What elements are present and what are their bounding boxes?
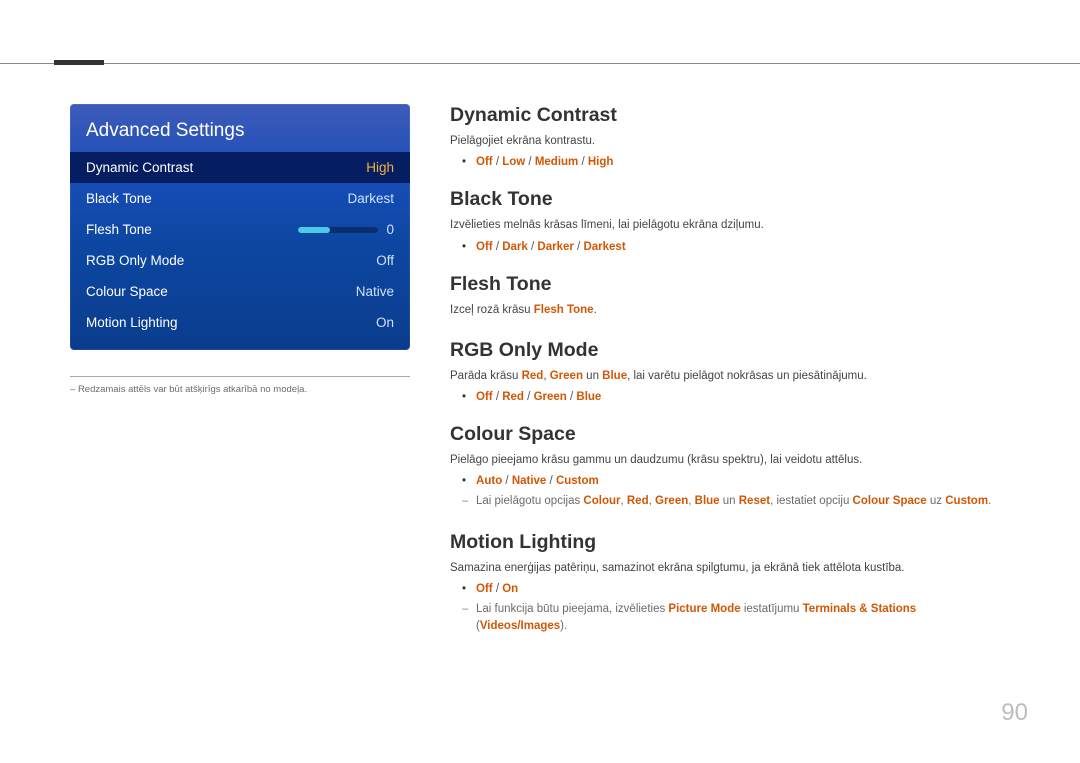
osd-row-flesh-tone[interactable]: Flesh Tone 0 — [70, 214, 410, 245]
osd-row-label: Black Tone — [86, 191, 152, 206]
osd-row-value: 0 — [386, 222, 394, 237]
osd-row-label: RGB Only Mode — [86, 253, 184, 268]
options-line: Off / Low / Medium / High — [450, 156, 1010, 168]
options-line: Off / On — [450, 583, 1010, 595]
left-footnote-rule — [70, 376, 410, 377]
osd-row-label: Dynamic Contrast — [86, 160, 193, 175]
section-desc: Samazina enerģijas patēriņu, samazinot e… — [450, 560, 1010, 577]
osd-row-colour-space[interactable]: Colour Space Native — [70, 276, 410, 307]
page-number: 90 — [1001, 699, 1028, 727]
osd-row-rgb-only-mode[interactable]: RGB Only Mode Off — [70, 245, 410, 276]
osd-row-value: Native — [356, 284, 394, 299]
osd-row-black-tone[interactable]: Black Tone Darkest — [70, 183, 410, 214]
osd-row-dynamic-contrast[interactable]: Dynamic Contrast High — [70, 152, 410, 183]
osd-panel: Advanced Settings Dynamic Contrast High … — [70, 104, 410, 350]
osd-title: Advanced Settings — [70, 114, 410, 152]
osd-row-label: Motion Lighting — [86, 315, 178, 330]
osd-row-motion-lighting[interactable]: Motion Lighting On — [70, 307, 410, 338]
page-top-rule — [0, 63, 1080, 64]
section-desc: Pielāgojiet ekrāna kontrastu. — [450, 133, 1010, 150]
section-heading: Colour Space — [450, 423, 1010, 446]
section-black-tone: Black Tone Izvēlieties melnās krāsas līm… — [450, 188, 1010, 252]
osd-row-value: On — [376, 315, 394, 330]
section-heading: Flesh Tone — [450, 273, 1010, 296]
osd-row-value: Off — [376, 253, 394, 268]
section-rgb-only-mode: RGB Only Mode Parāda krāsu Red, Green un… — [450, 339, 1010, 403]
osd-row-label: Flesh Tone — [86, 222, 152, 237]
section-desc: Parāda krāsu Red, Green un Blue, lai var… — [450, 368, 1010, 385]
section-desc: Pielāgo pieejamo krāsu gammu un daudzumu… — [450, 452, 1010, 469]
osd-row-label: Colour Space — [86, 284, 168, 299]
section-heading: Dynamic Contrast — [450, 104, 1010, 127]
section-heading: RGB Only Mode — [450, 339, 1010, 362]
osd-row-value: Darkest — [347, 191, 394, 206]
options-line: Auto / Native / Custom — [450, 475, 1010, 487]
section-note: Lai funkcija būtu pieejama, izvēlieties … — [450, 601, 1010, 636]
osd-row-value: High — [366, 160, 394, 175]
section-dynamic-contrast: Dynamic Contrast Pielāgojiet ekrāna kont… — [450, 104, 1010, 168]
section-heading: Motion Lighting — [450, 531, 1010, 554]
section-motion-lighting: Motion Lighting Samazina enerģijas patēr… — [450, 531, 1010, 636]
section-heading: Black Tone — [450, 188, 1010, 211]
section-flesh-tone: Flesh Tone Izceļ rozā krāsu Flesh Tone. — [450, 273, 1010, 319]
section-note: Lai pielāgotu opcijas Colour, Red, Green… — [450, 493, 1010, 510]
options-line: Off / Dark / Darker / Darkest — [450, 241, 1010, 253]
osd-slider[interactable] — [298, 227, 378, 233]
left-footnote: Redzamais attēls var būt atšķirīgs atkar… — [70, 383, 410, 397]
section-desc: Izvēlieties melnās krāsas līmeni, lai pi… — [450, 217, 1010, 234]
page-top-accent — [54, 60, 104, 65]
section-desc: Izceļ rozā krāsu Flesh Tone. — [450, 302, 1010, 319]
section-colour-space: Colour Space Pielāgo pieejamo krāsu gamm… — [450, 423, 1010, 511]
options-line: Off / Red / Green / Blue — [450, 391, 1010, 403]
